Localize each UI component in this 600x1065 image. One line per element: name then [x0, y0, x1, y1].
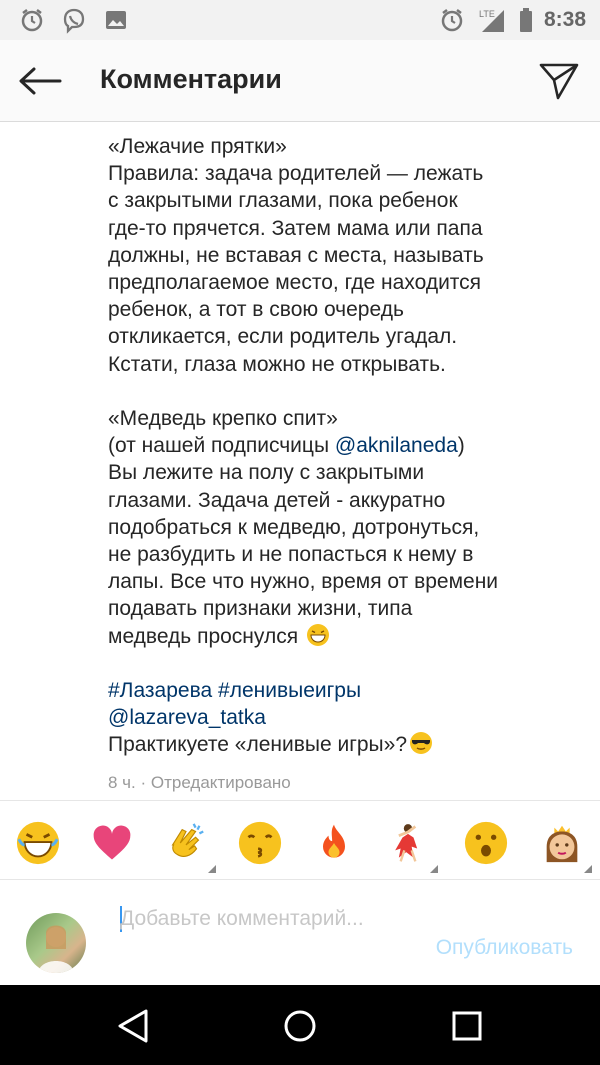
status-bar-right: LTE 8:38: [438, 6, 586, 34]
sunglasses-face-icon: [410, 732, 433, 755]
gallery-icon: [102, 6, 130, 34]
game-2-body-line: подобраться к медведю, дотронуться,: [108, 515, 480, 539]
emoji-button-dancer[interactable]: [384, 819, 438, 873]
game-2-body-line: лапы. Все что нужно, время от времени: [108, 570, 499, 594]
game-1-rules-line: Кстати, глаза можно не открывать.: [108, 352, 446, 376]
emoji-button-clapping[interactable]: [162, 819, 216, 873]
grinning-face-icon: [306, 623, 329, 646]
mention-line: @lazareva_tatka: [108, 704, 578, 731]
game-2-last-line: медведь проснулся: [108, 623, 578, 650]
hashtag-link[interactable]: #Лазарева: [108, 679, 212, 702]
signal-icon: LTE: [476, 6, 508, 34]
emoji-button-kissing[interactable]: [236, 819, 284, 867]
caption-tags: #Лазарева #ленивыеигры @lazareva_tatka П…: [108, 677, 578, 759]
skin-tone-indicator: [584, 865, 592, 873]
caption-game-1: «Лежачие прятки» Правила: задача родител…: [108, 133, 578, 378]
game-2-body-line: глазами. Задача детей - аккуратно: [108, 488, 446, 512]
clapping-hands-icon: [171, 823, 204, 857]
dancer-icon: [395, 824, 418, 862]
back-button[interactable]: [16, 60, 64, 102]
nav-home-icon: [284, 1010, 316, 1042]
mention-link[interactable]: @lazareva_tatka: [108, 706, 266, 729]
page-title: Комментарии: [100, 64, 282, 94]
battery-icon: [518, 6, 534, 34]
nav-recents-button[interactable]: [444, 1003, 490, 1049]
alarm-icon: [438, 6, 466, 34]
emoji-quick-bar: [0, 800, 600, 880]
grinning-face-icon: [16, 821, 60, 865]
game-2-last-text: медведь проснулся: [108, 624, 299, 648]
status-bar-left: [18, 6, 130, 34]
comment-input[interactable]: [120, 904, 390, 964]
network-label: LTE: [479, 9, 495, 19]
game-1-title: «Лежачие прятки»: [108, 135, 287, 158]
question-text: Практикуете «ленивые игры»?: [108, 733, 408, 757]
mention-link[interactable]: @aknilaneda: [335, 434, 458, 457]
skin-tone-indicator: [208, 865, 216, 873]
game-1-rules-line: с закрытыми глазами, пока ребенок: [108, 189, 458, 213]
post-meta: 8 ч. · Отредактировано: [108, 773, 291, 792]
question-line: Практикуете «ленивые игры»?: [108, 731, 578, 758]
emoji-button-grinning[interactable]: [14, 819, 62, 867]
header: Комментарии: [0, 40, 600, 122]
hashtags-line: #Лазарева #ленивыеигры: [108, 677, 578, 704]
skin-tone-indicator: [430, 865, 438, 873]
game-2-title: «Медведь крепко спит»: [108, 407, 338, 431]
kissing-face-icon: [238, 821, 282, 865]
game-1-rules-line: Правила: задача родителей — лежать: [108, 162, 484, 186]
status-bar: LTE 8:38: [0, 0, 600, 40]
caption-game-2: «Медведь крепко спит» (от нашей подписчи…: [108, 405, 578, 650]
fire-icon: [323, 824, 345, 858]
post-caption: «Лежачие прятки» Правила: задача родител…: [108, 133, 578, 759]
heart-icon: [93, 825, 131, 860]
game-1-rules-line: где-то прячется. Затем мама или папа: [108, 216, 483, 240]
surprised-face-icon: [464, 821, 508, 865]
direct-send-icon: [539, 63, 579, 100]
game-2-body-line: Вы лежите на полу с закрытыми: [108, 461, 425, 485]
game-1-rules-line: должны, не вставая с места, называть: [108, 243, 484, 267]
game-1-rules-line: откликается, если родитель угадал.: [108, 325, 458, 349]
hashtag-link[interactable]: #ленивыеигры: [218, 679, 361, 702]
arrow-left-icon: [19, 67, 62, 95]
comment-composer: Опубликовать: [0, 880, 600, 985]
system-nav-bar: [0, 985, 600, 1065]
game-2-body-line: подавать признаки жизни, типа: [108, 597, 413, 621]
viber-icon: [60, 6, 88, 34]
emoji-button-heart[interactable]: [88, 819, 136, 867]
avatar: [26, 913, 86, 973]
game-1-rules-line: ребенок, а тот в свою очередь: [108, 298, 404, 322]
direct-send-button[interactable]: [536, 58, 582, 104]
publish-button[interactable]: Опубликовать: [436, 936, 573, 960]
credit-prefix: (от нашей подписчицы: [108, 434, 335, 458]
game-2-credit: (от нашей подписчицы @aknilaneda): [108, 432, 578, 459]
emoji-button-princess[interactable]: [538, 819, 592, 873]
status-time: 8:38: [543, 8, 586, 31]
credit-suffix: ): [457, 434, 465, 458]
princess-icon: [546, 825, 578, 863]
alarm-icon: [18, 6, 46, 34]
nav-home-button[interactable]: [277, 1003, 323, 1049]
emoji-button-fire[interactable]: [310, 819, 358, 867]
game-2-body-line: не разбудить и не попасться к нему в: [108, 543, 474, 567]
emoji-button-surprised[interactable]: [462, 819, 510, 867]
nav-back-button[interactable]: [110, 1003, 156, 1049]
nav-recents-icon: [452, 1011, 482, 1041]
nav-back-icon: [118, 1009, 148, 1043]
game-1-rules-line: предполагаемое место, где находится: [108, 271, 482, 295]
